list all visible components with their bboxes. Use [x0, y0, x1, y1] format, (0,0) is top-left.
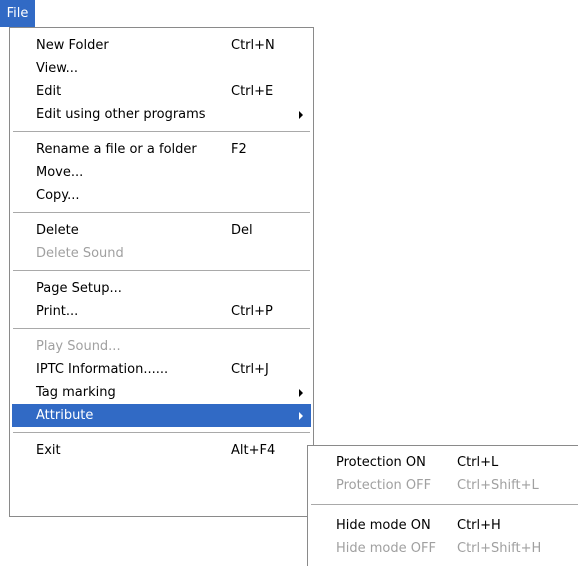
submenu-arrow-icon: [299, 412, 303, 420]
menu-item-label: Rename a file or a folder: [36, 142, 197, 157]
submenu-item-shortcut: Ctrl+Shift+L: [457, 478, 539, 493]
submenu-item-shortcut: Ctrl+H: [457, 518, 501, 533]
menu-separator: [13, 432, 310, 433]
menu-item-exit[interactable]: Exit Alt+F4: [12, 439, 311, 462]
menu-item-shortcut: Ctrl+J: [231, 362, 269, 377]
menu-item-attribute[interactable]: Attribute: [12, 404, 311, 427]
menu-item-edit-other-programs[interactable]: Edit using other programs: [12, 103, 311, 126]
menu-separator: [13, 131, 310, 132]
menu-item-new-folder[interactable]: New Folder Ctrl+N: [12, 34, 311, 57]
menu-item-edit[interactable]: Edit Ctrl+E: [12, 80, 311, 103]
menu-item-label: Edit using other programs: [36, 107, 206, 122]
submenu-separator: [311, 504, 578, 505]
submenu-item-label: Protection ON: [336, 455, 426, 470]
menu-file[interactable]: File: [0, 0, 35, 27]
menu-item-label: New Folder: [36, 38, 109, 53]
menu-item-label: Copy...: [36, 188, 80, 203]
menu-item-shortcut: F2: [231, 142, 247, 157]
menu-item-view[interactable]: View...: [12, 57, 311, 80]
submenu-item-label: Hide mode ON: [336, 518, 431, 533]
menu-item-copy[interactable]: Copy...: [12, 184, 311, 207]
menu-item-shortcut: Alt+F4: [231, 443, 276, 458]
submenu-item-label: Hide mode OFF: [336, 541, 436, 556]
menu-item-label: Edit: [36, 84, 62, 99]
menu-separator: [13, 328, 310, 329]
submenu-item-shortcut: Ctrl+L: [457, 455, 499, 470]
submenu-item-label: Protection OFF: [336, 478, 432, 493]
submenu-arrow-icon: [299, 389, 303, 397]
menu-item-iptc-information[interactable]: IPTC Information...... Ctrl+J: [12, 358, 311, 381]
submenu-item-hide-mode-off: Hide mode OFF Ctrl+Shift+H: [310, 537, 578, 560]
submenu-item-protection-on[interactable]: Protection ON Ctrl+L: [310, 451, 578, 474]
submenu-item-hide-mode-on[interactable]: Hide mode ON Ctrl+H: [310, 514, 578, 537]
attribute-submenu: Protection ON Ctrl+L Protection OFF Ctrl…: [307, 445, 578, 566]
menu-item-play-sound: Play Sound...: [12, 335, 311, 358]
menu-item-delete[interactable]: Delete Del: [12, 219, 311, 242]
submenu-item-shortcut: Ctrl+Shift+H: [457, 541, 542, 556]
menu-separator: [13, 212, 310, 213]
menu-item-label: Page Setup...: [36, 281, 122, 296]
menu-item-shortcut: Ctrl+P: [231, 304, 273, 319]
menu-item-tag-marking[interactable]: Tag marking: [12, 381, 311, 404]
menu-item-label: Print...: [36, 304, 79, 319]
menu-separator: [13, 270, 310, 271]
submenu-arrow-icon: [299, 111, 303, 119]
menu-item-label: Tag marking: [36, 385, 116, 400]
menu-item-label: Delete: [36, 223, 79, 238]
menu-item-label: Play Sound...: [36, 339, 121, 354]
menu-item-label: Attribute: [36, 408, 94, 423]
submenu-item-protection-off: Protection OFF Ctrl+Shift+L: [310, 474, 578, 497]
file-menu: New Folder Ctrl+N View... Edit Ctrl+E Ed…: [9, 27, 314, 517]
menu-item-shortcut: Del: [231, 223, 253, 238]
menu-item-shortcut: Ctrl+N: [231, 38, 275, 53]
menu-item-label: View...: [36, 61, 79, 76]
menu-item-shortcut: Ctrl+E: [231, 84, 274, 99]
menu-item-page-setup[interactable]: Page Setup...: [12, 277, 311, 300]
menu-item-label: IPTC Information......: [36, 362, 169, 377]
menu-item-move[interactable]: Move...: [12, 161, 311, 184]
menu-item-label: Exit: [36, 443, 61, 458]
menu-item-rename[interactable]: Rename a file or a folder F2: [12, 138, 311, 161]
menu-item-delete-sound: Delete Sound: [12, 242, 311, 265]
menu-item-print[interactable]: Print... Ctrl+P: [12, 300, 311, 323]
menu-item-label: Delete Sound: [36, 246, 124, 261]
menu-item-label: Move...: [36, 165, 84, 180]
